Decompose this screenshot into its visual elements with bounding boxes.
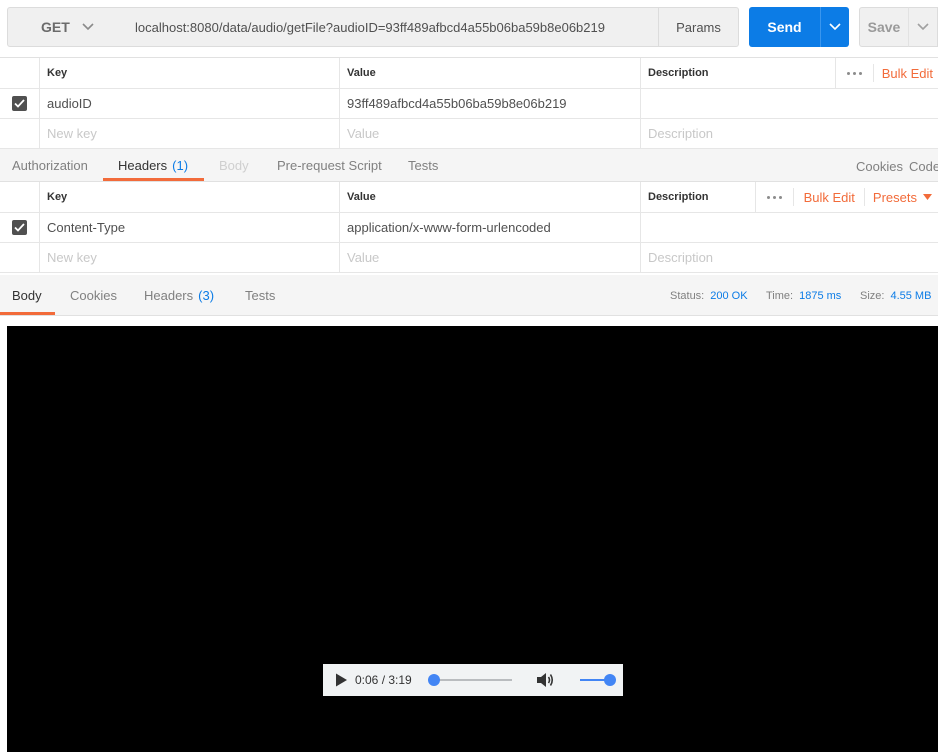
audio-player: 0:06 / 3:19	[323, 664, 623, 696]
tab-tests[interactable]: Tests	[408, 149, 438, 182]
presets-dropdown[interactable]: Presets	[865, 190, 938, 205]
time-display: 0:06 / 3:19	[355, 673, 412, 687]
row-checkbox[interactable]	[12, 96, 27, 111]
size-label: Size:	[860, 289, 885, 302]
active-tab-underline	[0, 312, 55, 315]
column-header-value: Value	[339, 182, 640, 212]
chevron-down-icon	[829, 23, 841, 31]
table-row: Content-Type application/x-www-form-urle…	[0, 213, 938, 243]
headers-table-header: Key Value Description Bulk Edit Presets	[0, 182, 938, 213]
progress-slider[interactable]	[428, 674, 512, 686]
params-table: Key Value Description Bulk Edit audioID …	[0, 57, 938, 149]
time-label: Time:	[766, 289, 794, 302]
caret-down-icon	[923, 194, 932, 200]
column-header-key: Key	[39, 58, 339, 88]
new-key-input[interactable]: New key	[39, 243, 339, 272]
tab-pre-request-script[interactable]: Pre-request Script	[277, 149, 382, 182]
new-description-input[interactable]: Description	[640, 119, 938, 148]
chevron-down-icon	[917, 23, 929, 31]
params-header-actions: Bulk Edit	[834, 58, 938, 88]
chevron-down-icon	[82, 21, 94, 33]
volume-thumb[interactable]	[604, 674, 616, 686]
table-row: audioID 93ff489afbcd4a55b06ba59b8e06b219	[0, 89, 938, 119]
active-tab-underline	[103, 178, 204, 181]
empty-checkbox-cell	[0, 243, 39, 272]
status-value[interactable]: 200 OK	[710, 290, 747, 302]
tab-body[interactable]: Body	[219, 149, 249, 182]
save-dropdown-button[interactable]	[908, 7, 938, 47]
more-options-icon[interactable]	[834, 58, 873, 88]
checkmark-icon	[14, 223, 25, 232]
cookies-link[interactable]: Cookies	[856, 150, 903, 183]
param-description-cell[interactable]	[640, 89, 938, 118]
new-description-input[interactable]: Description	[640, 243, 938, 272]
status-readout: Status: 200 OK	[670, 275, 748, 316]
response-tab-headers-label: Headers	[144, 288, 194, 303]
column-header-key: Key	[39, 182, 339, 212]
row-checkbox-cell	[0, 213, 39, 242]
param-key-cell[interactable]: audioID	[39, 89, 339, 118]
row-checkbox-cell	[0, 89, 39, 118]
url-input[interactable]: localhost:8080/data/audio/getFile?audioI…	[123, 7, 659, 47]
empty-checkbox-cell	[0, 119, 39, 148]
bulk-edit-link[interactable]: Bulk Edit	[794, 190, 864, 205]
response-tab-headers[interactable]: Headers (3)	[144, 275, 214, 316]
size-readout: Size: 4.55 MB	[860, 275, 931, 316]
method-select[interactable]: GET	[7, 7, 124, 47]
param-value-cell[interactable]: 93ff489afbcd4a55b06ba59b8e06b219	[339, 89, 640, 118]
row-checkbox[interactable]	[12, 220, 27, 235]
response-bar: Body Cookies Headers (3) Tests Status: 2…	[0, 275, 938, 316]
time-readout: Time: 1875 ms	[766, 275, 841, 316]
size-value[interactable]: 4.55 MB	[890, 290, 931, 302]
response-tab-cookies[interactable]: Cookies	[70, 275, 117, 316]
new-value-input[interactable]: Value	[339, 119, 640, 148]
header-spacer	[0, 182, 39, 212]
response-media-preview: 0:06 / 3:19	[7, 326, 938, 752]
request-bar: GET localhost:8080/data/audio/getFile?au…	[0, 0, 938, 56]
response-tab-body[interactable]: Body	[12, 275, 42, 316]
checkmark-icon	[14, 99, 25, 108]
play-icon[interactable]	[333, 672, 349, 688]
response-tab-tests[interactable]: Tests	[245, 275, 275, 316]
method-label: GET	[41, 19, 70, 35]
progress-thumb[interactable]	[428, 674, 440, 686]
volume-icon[interactable]	[535, 670, 555, 690]
table-row-new: New key Value Description	[0, 119, 938, 149]
tab-headers-label: Headers	[118, 158, 168, 173]
status-label: Status:	[670, 289, 705, 302]
header-description-cell[interactable]	[640, 213, 938, 242]
headers-table: Key Value Description Bulk Edit Presets …	[0, 182, 938, 273]
tab-headers-count: (1)	[172, 158, 189, 173]
header-spacer	[0, 58, 39, 88]
tab-authorization[interactable]: Authorization	[12, 149, 88, 182]
header-key-cell[interactable]: Content-Type	[39, 213, 339, 242]
send-dropdown-button[interactable]	[820, 7, 849, 47]
code-link[interactable]: Code	[909, 150, 938, 183]
time-value[interactable]: 1875 ms	[799, 290, 841, 302]
presets-label: Presets	[872, 189, 917, 205]
table-row-new: New key Value Description	[0, 243, 938, 273]
request-tabs: Authorization Headers (1) Body Pre-reque…	[0, 149, 938, 182]
volume-slider[interactable]	[580, 674, 616, 686]
save-button[interactable]: Save	[859, 7, 909, 47]
new-value-input[interactable]: Value	[339, 243, 640, 272]
column-header-value: Value	[339, 58, 640, 88]
new-key-input[interactable]: New key	[39, 119, 339, 148]
response-tab-headers-count: (3)	[198, 288, 215, 303]
header-value-cell[interactable]: application/x-www-form-urlencoded	[339, 213, 640, 242]
params-table-header: Key Value Description Bulk Edit	[0, 58, 938, 89]
send-button[interactable]: Send	[749, 7, 820, 47]
bulk-edit-link[interactable]: Bulk Edit	[874, 66, 938, 81]
headers-header-actions: Bulk Edit Presets	[754, 182, 938, 212]
more-options-icon[interactable]	[754, 182, 793, 212]
params-button[interactable]: Params	[658, 7, 739, 47]
